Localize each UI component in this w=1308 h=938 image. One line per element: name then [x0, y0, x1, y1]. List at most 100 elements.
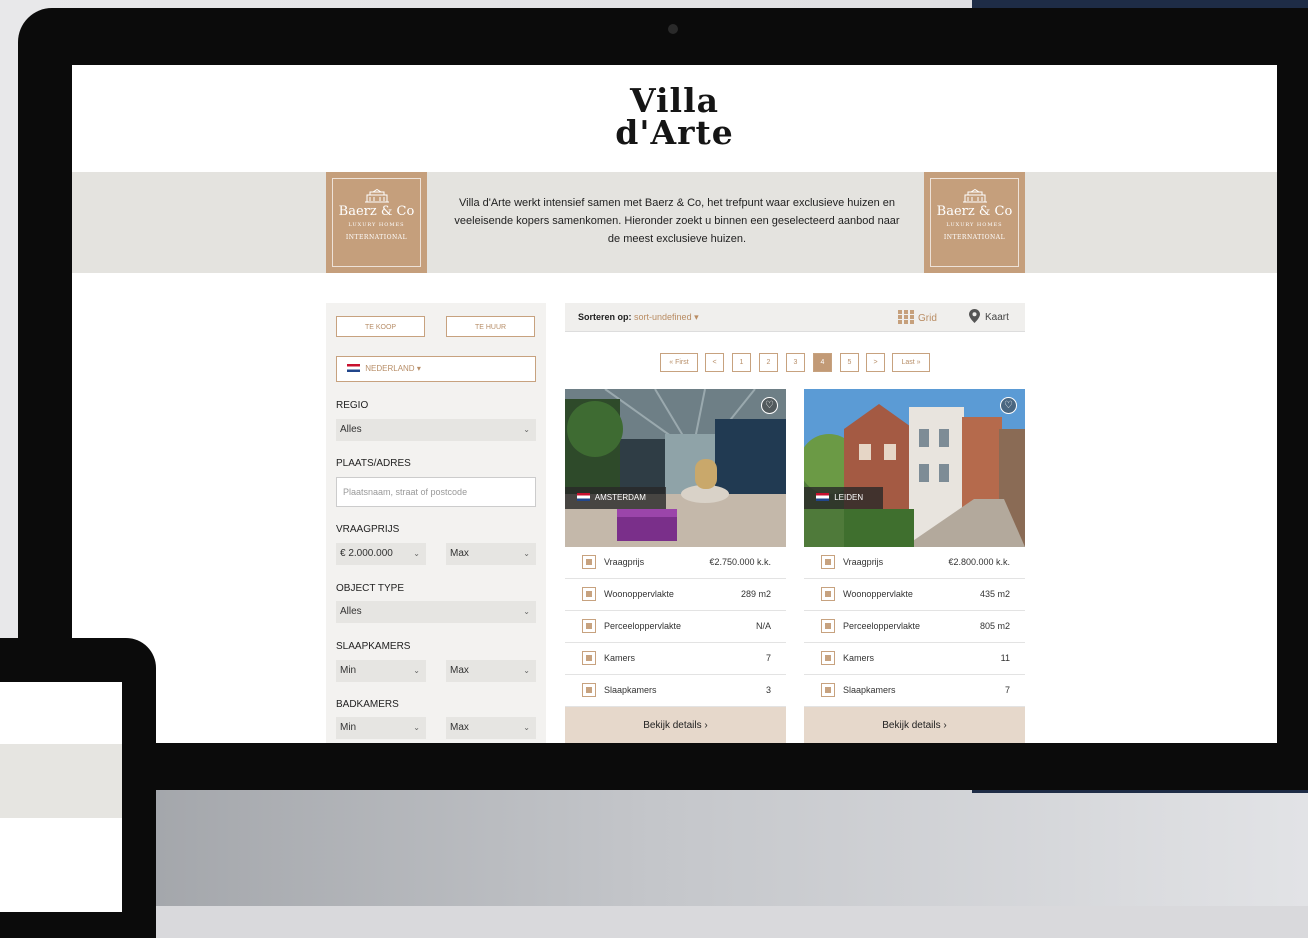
listing-card: ♡ LEIDEN Vraagprijs €2.800.000 k.k. Woon…	[804, 389, 1025, 743]
listing-row-living-area: Woonoppervlakte 289 m2	[565, 579, 786, 611]
logo-line-2: d'Arte	[615, 113, 734, 152]
grid-view-button[interactable]: Grid	[898, 310, 937, 324]
page-first-button[interactable]: « First	[660, 353, 698, 372]
regio-select[interactable]: Alles ⌄	[336, 419, 536, 441]
chevron-down-icon: ⌄	[523, 549, 530, 558]
listing-row-rooms: Kamers 7	[565, 643, 786, 675]
city-tag: AMSTERDAM	[565, 487, 666, 509]
price-label: VRAAGPRIJS	[336, 524, 400, 535]
chevron-down-icon: ⌄	[413, 723, 420, 732]
site-logo[interactable]: Villa d'Arte	[612, 84, 737, 152]
site-header: Villa d'Arte	[72, 65, 1277, 172]
bathrooms-min-select[interactable]: Min ⌄	[336, 717, 426, 739]
price-max-select[interactable]: Max ⌄	[446, 543, 536, 565]
partner-subtitle: INTERNATIONAL	[345, 234, 408, 241]
page-2-button[interactable]: 2	[759, 353, 778, 372]
partner-name: Baerz & Co	[936, 204, 1013, 219]
listing-row-plot-area: Perceeloppervlakte N/A	[565, 611, 786, 643]
page-next-button[interactable]: >	[866, 353, 885, 372]
page-1-button[interactable]: 1	[732, 353, 751, 372]
view-details-button[interactable]: Bekijk details ›	[565, 707, 786, 743]
building-icon	[962, 189, 987, 203]
listing-row-rooms: Kamers 11	[804, 643, 1025, 675]
partner-name: Baerz & Co	[338, 204, 415, 219]
camera-dot	[668, 24, 678, 34]
website-screen: Villa d'Arte Baerz & Co LUXURY HOMES INT…	[72, 65, 1277, 743]
country-select[interactable]: NEDERLAND ▾	[336, 356, 536, 382]
object-type-select[interactable]: Alles ⌄	[336, 601, 536, 623]
listing-photo[interactable]: ♡ AMSTERDAM	[565, 389, 786, 547]
bedrooms-label: SLAAPKAMERS	[336, 641, 411, 652]
listing-card: ♡ AMSTERDAM Vraagprijs €2.750.000 k.k. W…	[565, 389, 786, 743]
chevron-down-icon: ⌄	[523, 425, 530, 434]
bed-icon	[821, 683, 835, 697]
sort-bar: Sorteren op: sort-undefined ▾ Grid Kaart	[565, 303, 1025, 332]
view-details-button[interactable]: Bekijk details ›	[804, 707, 1025, 743]
bathrooms-label: BADKAMERS	[336, 699, 399, 710]
chevron-down-icon: ▾	[694, 312, 699, 322]
chevron-down-icon: ⌄	[523, 723, 530, 732]
desk-surface	[0, 790, 1308, 906]
bed-icon	[582, 683, 596, 697]
building-icon	[364, 189, 389, 203]
partner-subtitle: INTERNATIONAL	[943, 234, 1006, 241]
chevron-down-icon: ⌄	[523, 607, 530, 616]
tablet-banner	[0, 744, 122, 818]
sort-value: sort-undefined	[634, 312, 692, 322]
favorite-heart-icon[interactable]: ♡	[761, 397, 778, 414]
chevron-down-icon: ⌄	[413, 666, 420, 675]
page-prev-button[interactable]: <	[705, 353, 724, 372]
map-pin-icon	[969, 309, 980, 323]
intro-text: Villa d'Arte werkt intensief samen met B…	[454, 197, 900, 245]
partner-logo-left[interactable]: Baerz & Co LUXURY HOMES INTERNATIONAL	[326, 172, 427, 273]
rent-tab-button[interactable]: TE HUUR	[446, 316, 535, 337]
page-last-button[interactable]: Last »	[892, 353, 930, 372]
city-tag: LEIDEN	[804, 487, 884, 509]
plot-icon	[821, 619, 835, 633]
buy-tab-button[interactable]: TE KOOP	[336, 316, 425, 337]
object-type-label: OBJECT TYPE	[336, 583, 404, 594]
filter-sidebar: TE KOOP TE HUUR NEDERLAND ▾ REGIO Alles ⌄…	[326, 303, 546, 743]
sort-control[interactable]: Sorteren op: sort-undefined ▾	[578, 312, 699, 323]
listing-row-price: Vraagprijs €2.800.000 k.k.	[804, 547, 1025, 579]
country-value: NEDERLAND	[365, 364, 415, 373]
house-icon	[582, 587, 596, 601]
street-photo	[804, 389, 1025, 547]
netherlands-flag-icon	[347, 364, 360, 372]
city-name: LEIDEN	[834, 493, 864, 502]
interior-photo	[565, 389, 786, 547]
plot-icon	[582, 619, 596, 633]
price-min-select[interactable]: € 2.000.000 ⌄	[336, 543, 426, 565]
map-view-button[interactable]: Kaart	[969, 309, 1009, 323]
backdrop-accent	[972, 0, 1308, 8]
city-name: AMSTERDAM	[594, 493, 646, 502]
grid-icon	[898, 310, 914, 324]
house-icon	[821, 587, 835, 601]
page-4-button[interactable]: 4	[813, 353, 832, 372]
page-3-button[interactable]: 3	[786, 353, 805, 372]
listing-row-living-area: Woonoppervlakte 435 m2	[804, 579, 1025, 611]
partner-tagline: LUXURY HOMES	[348, 222, 405, 228]
netherlands-flag-icon	[577, 493, 590, 501]
regio-label: REGIO	[336, 400, 369, 411]
chevron-down-icon: ▾	[416, 364, 421, 373]
price-icon	[821, 555, 835, 569]
chevron-down-icon: ⌄	[523, 666, 530, 675]
intro-banner: Baerz & Co LUXURY HOMES INTERNATIONAL Vi…	[72, 172, 1277, 273]
favorite-heart-icon[interactable]: ♡	[1000, 397, 1017, 414]
page-5-button[interactable]: 5	[840, 353, 859, 372]
listing-photo[interactable]: ♡ LEIDEN	[804, 389, 1025, 547]
partner-tagline: LUXURY HOMES	[946, 222, 1003, 228]
bathrooms-max-select[interactable]: Max ⌄	[446, 717, 536, 739]
price-icon	[582, 555, 596, 569]
bedrooms-max-select[interactable]: Max ⌄	[446, 660, 536, 682]
bedrooms-min-select[interactable]: Min ⌄	[336, 660, 426, 682]
partner-logo-right[interactable]: Baerz & Co LUXURY HOMES INTERNATIONAL	[924, 172, 1025, 273]
place-label: PLAATS/ADRES	[336, 458, 411, 469]
chevron-down-icon: ⌄	[413, 549, 420, 558]
listing-row-bedrooms: Slaapkamers 7	[804, 675, 1025, 707]
listing-row-price: Vraagprijs €2.750.000 k.k.	[565, 547, 786, 579]
sort-label: Sorteren op:	[578, 312, 632, 322]
place-input[interactable]: Plaatsnaam, straat of postcode	[336, 477, 536, 507]
listing-row-bedrooms: Slaapkamers 3	[565, 675, 786, 707]
